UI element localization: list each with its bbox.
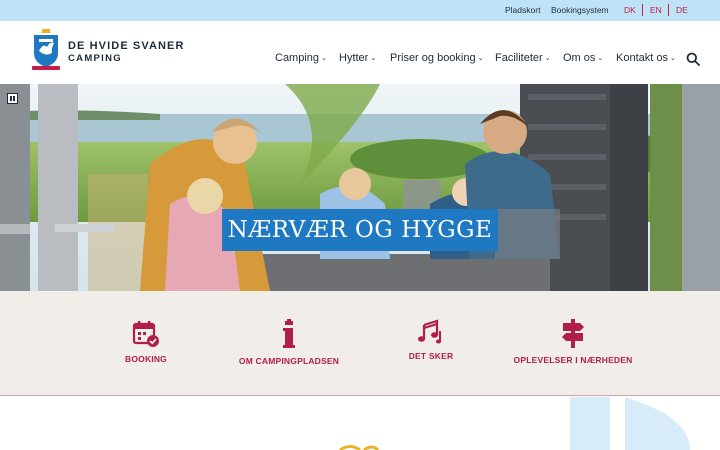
pause-icon [10,96,12,101]
brand-subtitle[interactable]: CAMPING [68,53,122,64]
lang-en-link[interactable]: EN [650,5,662,15]
lang-de-link[interactable]: DE [676,5,688,15]
brand-name[interactable]: DE HVIDE SVANER [68,40,185,52]
signpost-icon [562,319,584,348]
site-header: DE HVIDE SVANER CAMPING Camping ⌄ Hytter ⌄… [0,21,720,84]
quick-link-booking[interactable]: BOOKING [106,319,186,364]
chevron-down-icon: ⌄ [321,55,327,62]
quick-link-label: OPLEVELSER I NÆRHEDEN [513,355,633,365]
nav-om-os[interactable]: Om os ⌄ [563,52,603,64]
calendar-check-icon [132,321,159,347]
search-icon[interactable] [686,52,700,66]
utility-bar: Pladskort Bookingsystem DK EN DE [0,0,720,21]
quick-link-label: DET SKER [408,351,454,361]
nav-label: Hytter [339,52,369,64]
nav-label: Kontakt os [616,52,668,64]
bookingsystem-link[interactable]: Bookingsystem [551,5,609,15]
hero-title: NÆRVÆR OG HYGGE [222,209,498,251]
lang-dk-link[interactable]: DK [624,5,636,15]
nav-label: Faciliteter [495,52,543,64]
quick-link-label: BOOKING [124,354,167,364]
pladskort-link[interactable]: Pladskort [505,5,540,15]
music-notes-icon [418,319,442,344]
content-section [0,397,720,450]
quick-link-om-campingpladsen[interactable]: OM CAMPINGPLADSEN [230,319,348,366]
pause-icon [13,96,15,101]
chevron-down-icon: ⌄ [477,55,484,62]
hero-banner: NÆRVÆR OG HYGGE [0,84,720,291]
hero-photo [0,84,720,291]
quick-link-det-sker[interactable]: DET SKER [396,319,466,361]
nav-hytter[interactable]: Hytter ⌄ [339,52,376,64]
nav-label: Om os [563,52,596,64]
slideshow-pause-button[interactable] [7,93,18,104]
lang-divider [642,4,643,16]
chevron-down-icon: ⌄ [370,55,377,62]
nav-kontakt-os[interactable]: Kontakt os ⌄ [616,52,676,64]
logo-crest-icon[interactable] [30,29,62,71]
nav-label: Camping [275,52,320,64]
nav-priser-og-booking[interactable]: Priser og booking ⌄ [390,52,483,64]
lang-divider [668,4,669,16]
chevron-down-icon: ⌄ [669,55,676,62]
nav-faciliteter[interactable]: Faciliteter ⌄ [495,52,551,64]
info-icon [283,319,295,348]
chevron-down-icon: ⌄ [544,55,551,62]
quick-links-bar: BOOKING OM CAMPINGPLADSEN DET SKER OPLEV… [0,291,720,396]
quick-link-oplevelser-i-naerheden[interactable]: OPLEVELSER I NÆRHEDEN [510,319,636,365]
nav-camping[interactable]: Camping ⌄ [275,52,327,64]
quick-link-label: OM CAMPINGPLADSEN [238,356,340,366]
nav-label: Priser og booking [390,52,476,64]
decorative-shapes [339,397,690,450]
chevron-down-icon: ⌄ [597,55,604,62]
